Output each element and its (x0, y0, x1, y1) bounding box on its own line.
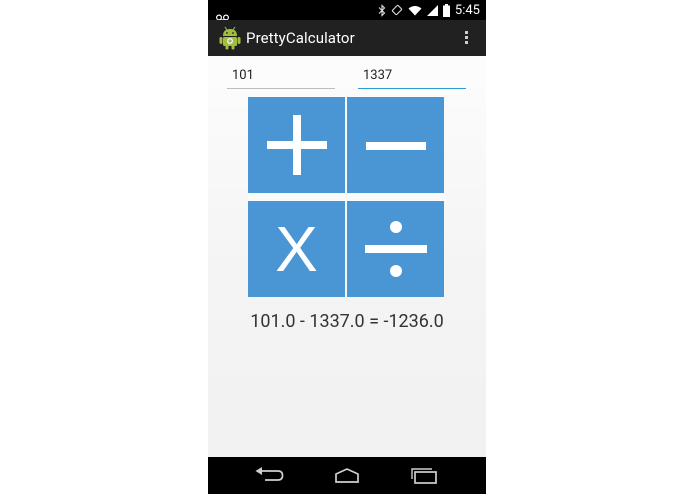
divide-icon (364, 221, 427, 277)
first-number-value: 101 (232, 68, 254, 83)
overflow-menu-icon[interactable] (462, 29, 470, 47)
minus-icon (365, 142, 426, 150)
navigation-bar (208, 457, 486, 494)
button-divider (248, 194, 446, 201)
first-number-field[interactable]: 101 (227, 66, 335, 89)
action-bar: PrettyCalculator (208, 20, 486, 56)
bluetooth-icon (378, 3, 386, 17)
add-button[interactable] (248, 97, 345, 193)
voicemail-icon (215, 6, 230, 21)
android-icon (219, 26, 241, 50)
wifi-icon (408, 5, 422, 16)
status-bar: 5:45 (208, 0, 486, 21)
second-number-value: 1337 (363, 68, 393, 83)
recent-apps-icon[interactable] (410, 467, 438, 488)
multiply-button[interactable]: X (248, 201, 345, 297)
vibrate-icon (391, 4, 403, 16)
second-number-field[interactable]: 1337 (358, 66, 466, 89)
back-icon[interactable] (254, 467, 284, 488)
status-clock: 5:45 (454, 2, 480, 18)
plus-icon (266, 115, 327, 175)
home-icon[interactable] (333, 467, 361, 488)
result-text: 101.0 - 1337.0 = -1236.0 (250, 311, 444, 332)
battery-icon (442, 3, 450, 17)
multiply-label: X (275, 213, 318, 285)
signal-icon (426, 4, 438, 16)
phone-screen: 5:45 PrettyCalculator 101 1337 X 101.0 -… (208, 0, 486, 494)
subtract-button[interactable] (347, 97, 444, 193)
app-title: PrettyCalculator (246, 29, 355, 47)
divide-button[interactable] (347, 201, 444, 297)
